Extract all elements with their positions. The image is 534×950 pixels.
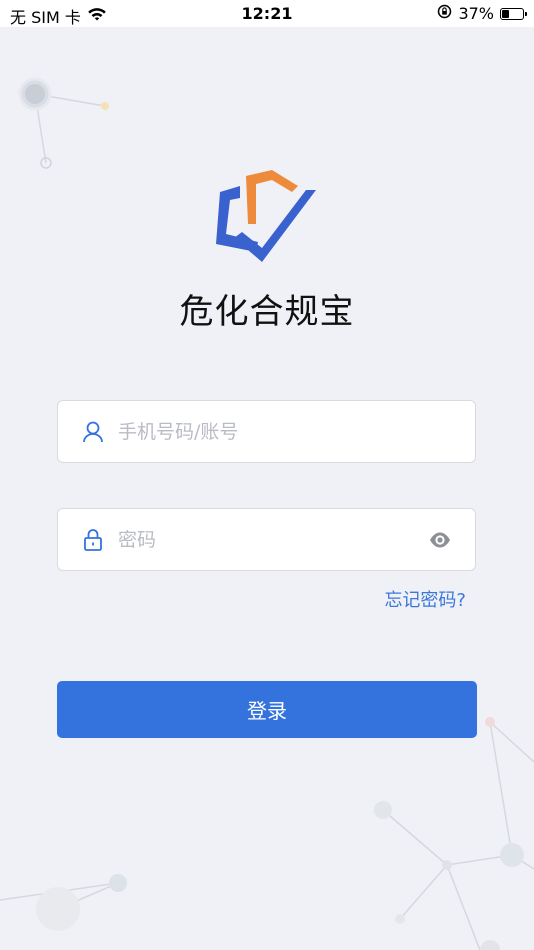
battery-percent: 37% [458, 4, 494, 23]
user-icon [82, 420, 104, 444]
lock-icon [82, 528, 104, 552]
forgot-password-link[interactable]: 忘记密码? [384, 586, 466, 612]
status-bar: 无 SIM 卡 12:21 37% [0, 0, 534, 27]
account-field[interactable] [57, 400, 476, 463]
login-button[interactable]: 登录 [57, 681, 477, 738]
battery-fill [502, 9, 509, 18]
app-logo [216, 170, 316, 262]
password-field[interactable] [57, 508, 476, 571]
app-title: 危化合规宝 [179, 292, 355, 332]
account-input[interactable] [118, 401, 418, 462]
eye-icon[interactable] [429, 529, 451, 551]
background-network-decoration [0, 77, 534, 950]
password-input[interactable] [118, 509, 418, 570]
status-right: 37% [437, 4, 527, 23]
battery-icon [500, 7, 527, 20]
rotation-lock-icon [437, 4, 452, 23]
